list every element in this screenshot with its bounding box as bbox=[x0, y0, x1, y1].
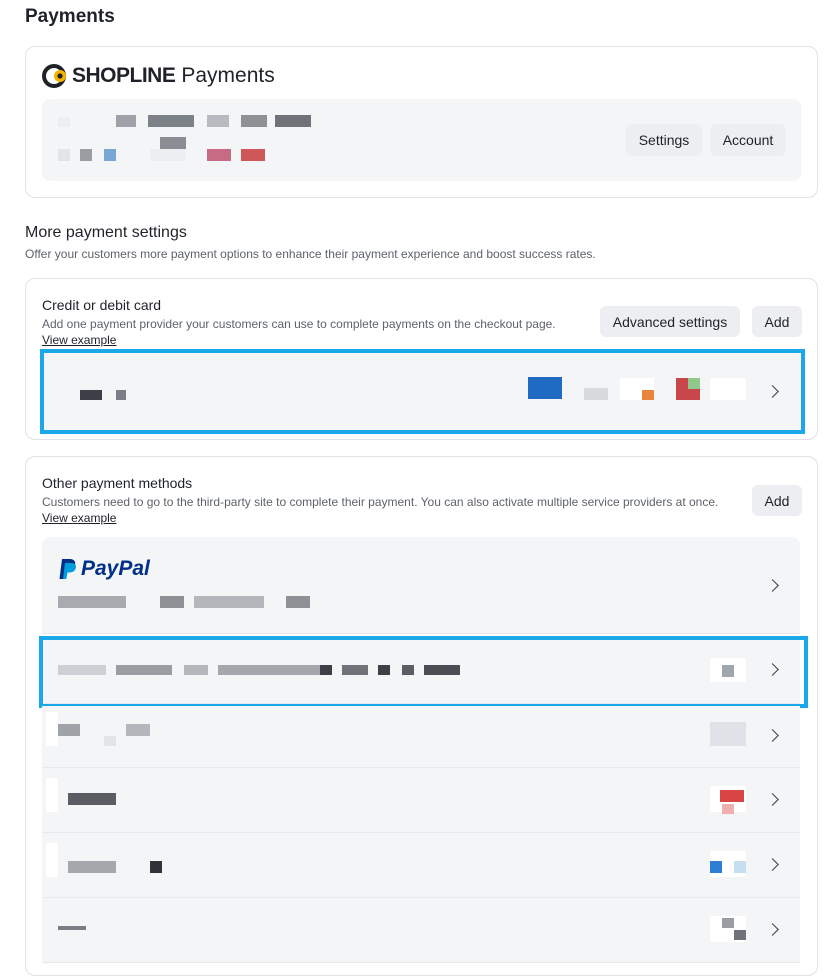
other-view-example-link[interactable]: View example bbox=[42, 511, 116, 525]
redacted-block bbox=[150, 861, 162, 873]
redacted-block bbox=[58, 926, 86, 930]
redacted-block bbox=[207, 149, 231, 161]
redacted-block bbox=[160, 137, 186, 149]
payment-provider-row[interactable] bbox=[42, 706, 800, 768]
shopline-logo-text: SHOPLINE bbox=[72, 64, 176, 87]
paypal-icon bbox=[59, 559, 76, 579]
advanced-settings-button[interactable]: Advanced settings bbox=[600, 306, 740, 337]
card-section-description: Add one payment provider your customers … bbox=[42, 316, 582, 348]
highlight-box bbox=[40, 349, 805, 434]
redacted-block bbox=[80, 149, 92, 161]
redacted-block bbox=[104, 736, 116, 746]
more-settings-title: More payment settings bbox=[25, 224, 187, 241]
redacted-block bbox=[68, 861, 116, 873]
redacted-block bbox=[58, 724, 80, 736]
paypal-wordmark: PayPal bbox=[81, 557, 150, 580]
provider-logo bbox=[722, 918, 734, 928]
redacted-block bbox=[58, 117, 70, 127]
card-section-title: Credit or debit card bbox=[42, 297, 162, 313]
redacted-block bbox=[68, 793, 116, 805]
chevron-right-icon bbox=[766, 579, 779, 592]
provider-logo bbox=[720, 790, 744, 802]
other-section-description: Customers need to go to the third-party … bbox=[42, 494, 732, 526]
redacted-block bbox=[241, 149, 265, 161]
shopline-logo: SHOPLINE Payments bbox=[42, 63, 275, 89]
highlight-box bbox=[39, 636, 808, 708]
redacted-block bbox=[241, 115, 267, 127]
chevron-right-icon bbox=[766, 858, 779, 871]
provider-logo bbox=[722, 804, 734, 814]
paypal-row[interactable]: PayPal bbox=[42, 537, 800, 634]
card-view-example-link[interactable]: View example bbox=[42, 333, 116, 347]
provider-logo bbox=[734, 861, 746, 873]
provider-logo bbox=[734, 930, 746, 940]
shopline-logo-icon bbox=[42, 64, 66, 88]
provider-logo bbox=[710, 722, 746, 746]
redacted-block bbox=[207, 115, 229, 127]
redacted-block bbox=[160, 596, 184, 608]
card-description-text: Add one payment provider your customers … bbox=[42, 317, 556, 331]
redacted-block bbox=[275, 115, 311, 127]
redacted-block bbox=[58, 149, 70, 161]
redacted-block bbox=[46, 843, 58, 877]
redacted-block bbox=[104, 149, 116, 161]
redacted-block bbox=[194, 596, 264, 608]
redacted-block bbox=[46, 712, 58, 746]
account-button[interactable]: Account bbox=[710, 124, 786, 156]
settings-button[interactable]: Settings bbox=[626, 124, 702, 156]
provider-logo bbox=[710, 861, 722, 873]
payment-provider-row[interactable] bbox=[42, 833, 800, 898]
other-section-title: Other payment methods bbox=[42, 475, 193, 491]
redacted-block bbox=[58, 596, 126, 608]
redacted-block bbox=[150, 149, 186, 161]
chevron-right-icon bbox=[766, 923, 779, 936]
page-title: Payments bbox=[25, 6, 115, 27]
redacted-block bbox=[126, 724, 150, 736]
other-add-button[interactable]: Add bbox=[752, 485, 802, 516]
payment-provider-row[interactable] bbox=[42, 898, 800, 963]
payment-provider-row[interactable] bbox=[42, 768, 800, 833]
other-description-text: Customers need to go to the third-party … bbox=[42, 495, 719, 509]
chevron-right-icon bbox=[766, 793, 779, 806]
redacted-block bbox=[46, 778, 58, 812]
redacted-block bbox=[116, 115, 136, 127]
redacted-block bbox=[148, 115, 194, 127]
chevron-right-icon bbox=[766, 729, 779, 742]
card-add-button[interactable]: Add bbox=[752, 306, 802, 337]
paypal-logo: PayPal bbox=[58, 557, 150, 581]
more-settings-description: Offer your customers more payment option… bbox=[25, 247, 596, 261]
shopline-logo-suffix: Payments bbox=[181, 64, 275, 87]
redacted-block bbox=[286, 596, 310, 608]
shopline-payments-card: SHOPLINE Payments Settings Account bbox=[25, 46, 818, 198]
